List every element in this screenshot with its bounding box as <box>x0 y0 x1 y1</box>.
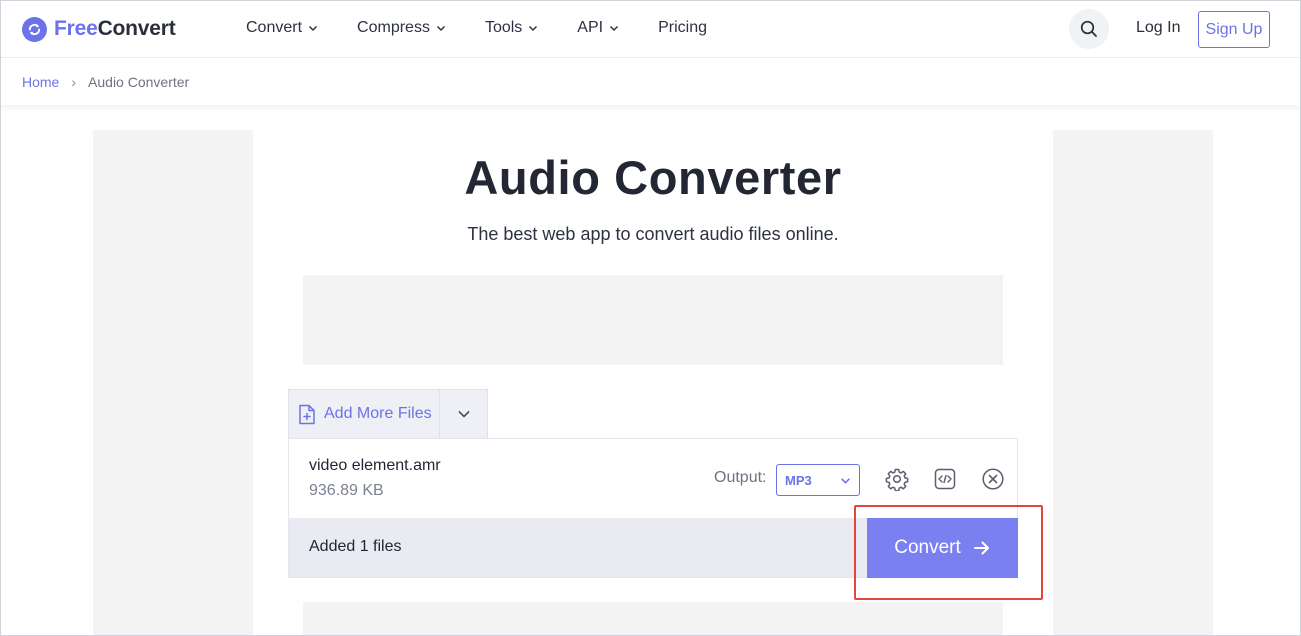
embed-code-button[interactable] <box>932 466 958 492</box>
top-header: FreeConvert Convert Compress Tools API P… <box>0 0 1301 58</box>
search-button[interactable] <box>1069 9 1109 49</box>
login-link[interactable]: Log In <box>1136 19 1180 37</box>
nav-compress[interactable]: Compress <box>357 17 446 39</box>
chevron-down-icon <box>841 477 850 484</box>
add-files-dropdown-toggle[interactable] <box>440 390 487 438</box>
logo-sync-icon <box>22 16 47 42</box>
nav-label: Compress <box>357 19 430 36</box>
convert-highlight-box <box>854 505 1043 600</box>
nav-label: Pricing <box>658 19 707 36</box>
file-name: video element.amr <box>309 457 441 474</box>
chevron-down-icon <box>436 25 445 32</box>
page-title: Audio Converter <box>464 151 842 204</box>
breadcrumb-separator: › <box>71 73 77 90</box>
add-files-bar: Add More Files <box>288 389 488 438</box>
logo-text: FreeConvert <box>54 17 176 40</box>
output-format-select[interactable]: MP3 <box>776 464 860 496</box>
settings-button[interactable] <box>884 466 910 492</box>
bottom-ad-placeholder <box>303 602 1003 636</box>
breadcrumb-home[interactable]: Home <box>22 74 59 90</box>
breadcrumb: Home › Audio Converter <box>0 58 1301 105</box>
page-subtitle: The best web app to convert audio files … <box>467 224 839 244</box>
close-circle-icon <box>982 468 1004 490</box>
remove-file-button[interactable] <box>980 466 1006 492</box>
chevron-down-icon <box>610 25 619 32</box>
nav-convert[interactable]: Convert <box>246 17 318 39</box>
nav-label: Tools <box>484 19 523 36</box>
chevron-down-icon <box>309 25 318 32</box>
add-more-files-button[interactable]: Add More Files <box>289 390 440 438</box>
code-icon <box>934 468 956 490</box>
nav-label: API <box>577 19 604 36</box>
file-plus-icon <box>299 404 315 424</box>
added-files-count: Added 1 files <box>309 538 402 555</box>
nav-tools[interactable]: Tools <box>485 17 538 39</box>
signup-button[interactable]: Sign Up <box>1198 11 1270 48</box>
nav-label: Convert <box>246 19 303 36</box>
chevron-down-icon <box>457 410 470 418</box>
nav-pricing[interactable]: Pricing <box>658 17 707 39</box>
main-nav: Convert Compress Tools API Pricing <box>246 17 746 39</box>
right-ad-placeholder <box>1053 130 1213 636</box>
settings-gear-icon <box>885 468 909 491</box>
output-label: Output: <box>714 469 767 486</box>
logo[interactable]: FreeConvert <box>22 16 176 42</box>
search-icon <box>1080 20 1097 37</box>
top-ad-placeholder <box>303 275 1003 365</box>
file-size: 936.89 KB <box>309 482 384 499</box>
chevron-down-icon <box>529 25 538 32</box>
output-format-value: MP3 <box>785 472 812 488</box>
nav-api[interactable]: API <box>577 17 619 39</box>
add-more-files-label: Add More Files <box>324 405 432 422</box>
left-ad-placeholder <box>93 130 253 636</box>
breadcrumb-current: Audio Converter <box>88 73 190 90</box>
